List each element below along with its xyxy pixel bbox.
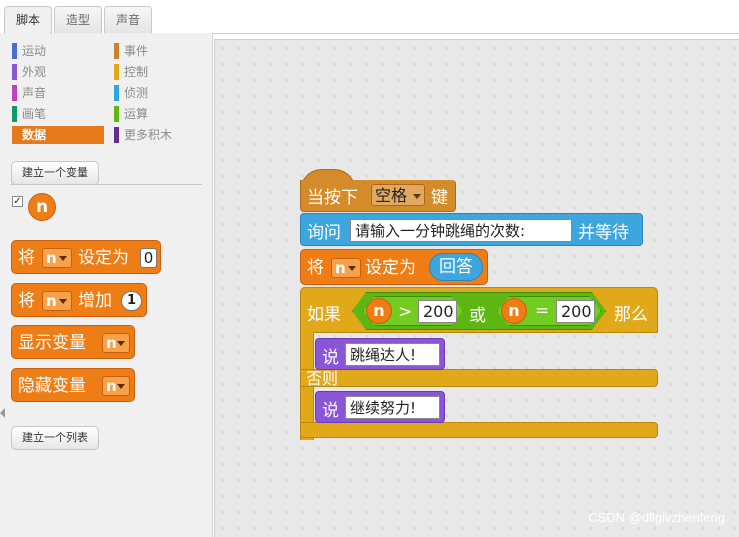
value-field[interactable]: 0 [140,248,157,268]
say-block[interactable]: 说 跳绳达人! [315,338,445,370]
category-color-bar [114,85,119,101]
category-color-bar [12,64,17,80]
answer-reporter[interactable]: 回答 [429,253,483,281]
change-variable-block[interactable]: 将 n 增加 1 [11,283,147,317]
block-label: 将 [18,248,35,268]
compare-value-field[interactable]: 200 [418,300,457,323]
block-label: 说 [322,401,339,421]
variable-reporter-n[interactable]: n [28,193,56,221]
block-label: 那么 [614,305,648,325]
block-label: 说 [322,348,339,368]
block-label: 显示变量 [18,333,86,353]
block-palette: 运动 外观 声音 画笔 数据 事件 控制 侦测 运算 更多积木 建立一个变量 ✓… [0,33,213,537]
tab-scripts[interactable]: 脚本 [4,6,52,34]
category-pen[interactable]: 画笔 [12,105,102,123]
category-data[interactable]: 数据 [12,126,104,144]
variable-checkbox[interactable]: ✓ [12,196,23,207]
tab-costumes[interactable]: 造型 [54,6,102,34]
category-color-bar [114,106,119,122]
category-more-blocks[interactable]: 更多积木 [114,126,204,144]
category-label: 更多积木 [124,128,173,142]
block-label: 增加 [78,291,112,311]
category-events[interactable]: 事件 [114,42,204,60]
block-label: 询问 [307,223,341,243]
ask-and-wait-block[interactable]: 询问 请输入一分钟跳绳的次数: 并等待 [300,213,643,246]
variable-dropdown[interactable]: n [331,258,361,278]
make-variable-button[interactable]: 建立一个变量 [11,161,99,185]
else-label: 否则 [306,369,339,388]
hide-variable-block[interactable]: 隐藏变量 n [11,368,135,402]
set-variable-block[interactable]: 将 n 设定为 0 [11,240,161,274]
variable-dropdown[interactable]: n [102,376,130,396]
block-label: 当按下 [307,188,358,208]
block-label: 将 [18,291,35,311]
category-label: 运算 [124,107,149,121]
collapse-arrow-icon[interactable] [0,408,5,418]
say-block[interactable]: 说 继续努力! [315,391,445,423]
category-sound[interactable]: 声音 [12,84,102,102]
say-text-field[interactable]: 跳绳达人! [345,343,440,366]
operator-symbol: > [398,302,413,322]
watermark: CSDN @dllglvzhenfeng [588,510,725,525]
block-label: 如果 [307,305,341,325]
category-label: 事件 [124,44,149,58]
tab-sounds[interactable]: 声音 [104,6,152,34]
category-label: 画笔 [22,107,47,121]
block-label: 隐藏变量 [18,376,86,396]
say-text-field[interactable]: 继续努力! [345,396,440,419]
block-label: 并等待 [578,223,629,243]
block-label: 键 [431,188,448,208]
variable-reporter-n[interactable]: n [366,298,392,324]
value-field[interactable]: 1 [121,291,142,311]
category-label: 侦测 [124,86,149,100]
variable-dropdown[interactable]: n [42,291,72,311]
category-sensing[interactable]: 侦测 [114,84,204,102]
block-label: 设定为 [365,258,416,278]
category-color-bar [12,43,17,59]
category-label: 声音 [22,86,47,100]
category-label: 数据 [22,128,47,142]
category-label: 控制 [124,65,149,79]
category-color-bar [114,64,119,80]
variable-dropdown[interactable]: n [102,333,130,353]
category-color-bar [114,127,119,143]
category-operators[interactable]: 运算 [114,105,204,123]
tab-bar: 脚本 造型 声音 [0,0,739,34]
category-label: 运动 [22,44,47,58]
variable-reporter-n[interactable]: n [501,298,527,324]
category-looks[interactable]: 外观 [12,63,102,81]
variable-dropdown[interactable]: n [42,248,72,268]
block-label: 将 [307,258,324,278]
operator-symbol: = [535,301,550,321]
category-motion[interactable]: 运动 [12,42,102,60]
block-label: 设定为 [78,248,129,268]
make-list-button[interactable]: 建立一个列表 [11,426,99,450]
category-color-bar [12,85,17,101]
set-variable-to-answer-block[interactable]: 将 n 设定为 回答 [300,249,488,285]
category-label: 外观 [22,65,47,79]
question-field[interactable]: 请输入一分钟跳绳的次数: [350,219,572,242]
category-color-bar [12,106,17,122]
or-label: 或 [469,306,486,326]
key-dropdown[interactable]: 空格 [371,184,425,206]
if-else-bottom [300,422,658,438]
compare-value-field[interactable]: 200 [556,300,595,323]
else-divider-block: 否则 [300,369,658,387]
show-variable-block[interactable]: 显示变量 n [11,325,135,359]
when-key-pressed-block[interactable]: 当按下 空格 键 [300,180,456,212]
category-color-bar [114,43,119,59]
category-control[interactable]: 控制 [114,63,204,81]
